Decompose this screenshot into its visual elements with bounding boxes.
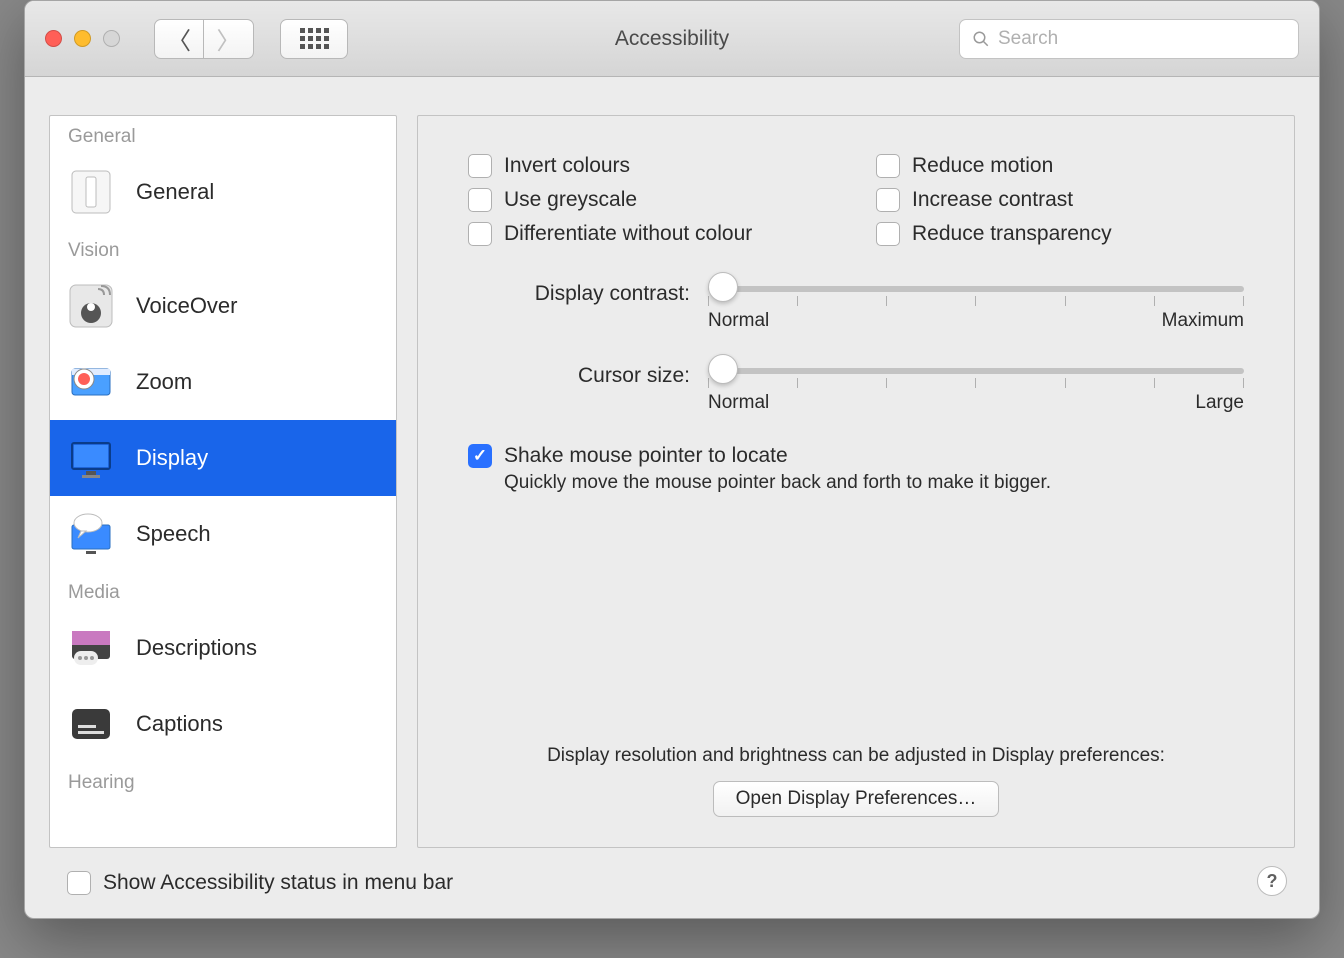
detail-pane: Invert colours Reduce motion Use greysca… (417, 115, 1295, 848)
reduce-transparency-label: Reduce transparency (912, 222, 1112, 246)
back-button[interactable]: 〈 (154, 19, 204, 59)
traffic-lights (45, 30, 120, 47)
menubar-status-checkbox[interactable] (67, 871, 91, 895)
reduce-transparency-checkbox[interactable] (876, 222, 900, 246)
increase-contrast-label: Increase contrast (912, 188, 1073, 212)
sidebar-item-label: Speech (136, 521, 211, 547)
cursor-size-row: Cursor size: Normal Large (488, 362, 1244, 414)
sidebar-item-label: VoiceOver (136, 293, 238, 319)
reduce-transparency-row: Reduce transparency (876, 222, 1244, 246)
sidebar-item-label: Zoom (136, 369, 192, 395)
invert-colours-checkbox[interactable] (468, 154, 492, 178)
greyscale-label: Use greyscale (504, 188, 637, 212)
help-button[interactable]: ? (1257, 866, 1287, 896)
invert-colours-row: Invert colours (468, 154, 836, 178)
minimize-window-button[interactable] (74, 30, 91, 47)
differentiate-checkbox[interactable] (468, 222, 492, 246)
grid-icon (300, 28, 329, 49)
search-icon (972, 30, 990, 48)
sliders: Display contrast: Normal Maximum Cursor … (468, 280, 1244, 414)
shake-description: Quickly move the mouse pointer back and … (504, 472, 1244, 494)
sidebar-item-descriptions[interactable]: Descriptions (50, 610, 396, 686)
reduce-motion-row: Reduce motion (876, 154, 1244, 178)
sidebar-item-zoom[interactable]: Zoom (50, 344, 396, 420)
sidebar-item-general[interactable]: General (50, 154, 396, 230)
nav-buttons: 〈 〉 (154, 19, 254, 59)
sidebar-item-display[interactable]: Display (50, 420, 396, 496)
display-contrast-slider[interactable]: Normal Maximum (708, 280, 1244, 332)
zoom-icon (68, 359, 114, 405)
contrast-max-label: Maximum (1162, 310, 1244, 332)
captions-icon (68, 701, 114, 747)
close-window-button[interactable] (45, 30, 62, 47)
chevron-left-icon: 〈 (167, 21, 191, 56)
open-display-preferences-button[interactable]: Open Display Preferences… (713, 781, 1000, 817)
titlebar: 〈 〉 Accessibility (25, 1, 1319, 77)
differentiate-label: Differentiate without colour (504, 222, 752, 246)
content: General General Vision VoiceOver (25, 77, 1319, 848)
sidebar-item-label: General (136, 179, 214, 205)
search-field[interactable] (959, 19, 1299, 59)
sidebar-item-label: Captions (136, 711, 223, 737)
sidebar-item-captions[interactable]: Captions (50, 686, 396, 762)
sidebar-item-label: Descriptions (136, 635, 257, 661)
display-options: Invert colours Reduce motion Use greysca… (468, 154, 1244, 246)
sidebar-section-media: Media (50, 572, 396, 610)
sidebar-item-label: Display (136, 445, 208, 471)
greyscale-checkbox[interactable] (468, 188, 492, 212)
voiceover-icon (68, 283, 114, 329)
display-contrast-row: Display contrast: Normal Maximum (488, 280, 1244, 332)
chevron-right-icon: 〉 (217, 21, 241, 56)
window: 〈 〉 Accessibility General (24, 0, 1320, 919)
shake-checkbox[interactable] (468, 444, 492, 468)
speech-icon (68, 511, 114, 557)
sidebar[interactable]: General General Vision VoiceOver (49, 115, 397, 848)
sidebar-section-hearing: Hearing (50, 762, 396, 800)
sidebar-item-speech[interactable]: Speech (50, 496, 396, 572)
increase-contrast-checkbox[interactable] (876, 188, 900, 212)
show-all-button[interactable] (280, 19, 348, 59)
search-input[interactable] (998, 28, 1286, 50)
menubar-status-label: Show Accessibility status in menu bar (103, 871, 453, 895)
slider-knob[interactable] (708, 272, 738, 302)
slider-knob[interactable] (708, 354, 738, 384)
sidebar-item-voiceover[interactable]: VoiceOver (50, 268, 396, 344)
display-icon (68, 435, 114, 481)
reduce-motion-checkbox[interactable] (876, 154, 900, 178)
footer-text: Display resolution and brightness can be… (418, 745, 1294, 767)
increase-contrast-row: Increase contrast (876, 188, 1244, 212)
footer-block: Display resolution and brightness can be… (418, 745, 1294, 817)
contrast-min-label: Normal (708, 310, 769, 332)
invert-colours-label: Invert colours (504, 154, 630, 178)
shake-block: Shake mouse pointer to locate Quickly mo… (468, 444, 1244, 494)
menubar-status-row: Show Accessibility status in menu bar (67, 871, 453, 895)
greyscale-row: Use greyscale (468, 188, 836, 212)
cursor-max-label: Large (1195, 392, 1244, 414)
shake-row: Shake mouse pointer to locate (468, 444, 1244, 468)
cursor-size-label: Cursor size: (488, 362, 708, 388)
sidebar-section-vision: Vision (50, 230, 396, 268)
differentiate-row: Differentiate without colour (468, 222, 836, 246)
bottom-bar: Show Accessibility status in menu bar ? (25, 848, 1319, 918)
cursor-size-slider[interactable]: Normal Large (708, 362, 1244, 414)
descriptions-icon (68, 625, 114, 671)
window-title: Accessibility (615, 27, 729, 51)
reduce-motion-label: Reduce motion (912, 154, 1053, 178)
cursor-min-label: Normal (708, 392, 769, 414)
display-contrast-label: Display contrast: (488, 280, 708, 306)
fullscreen-window-button (103, 30, 120, 47)
forward-button: 〉 (204, 19, 254, 59)
general-icon (68, 169, 114, 215)
shake-label: Shake mouse pointer to locate (504, 444, 788, 468)
sidebar-section-general: General (50, 116, 396, 154)
